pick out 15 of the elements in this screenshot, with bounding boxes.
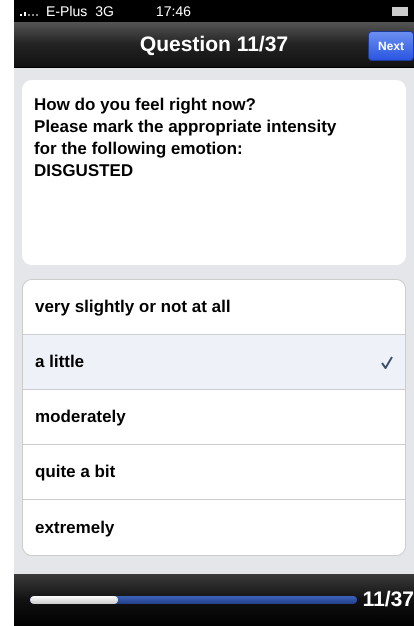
checkmark-icon	[381, 356, 393, 368]
carrier-name: E-Plus	[46, 2, 88, 20]
battery-icon	[392, 6, 408, 16]
clock-time: 17:46	[156, 2, 191, 20]
progress-count: 11/37	[362, 587, 414, 614]
question-text: How do you feel right now?	[34, 94, 257, 116]
option-row[interactable]: extremely	[23, 500, 405, 555]
option-row[interactable]: moderately	[23, 390, 405, 445]
emotion-label: DISGUSTED	[34, 160, 134, 182]
network-type: 3G	[95, 2, 114, 20]
next-button[interactable]: Next	[368, 31, 414, 61]
question-text: Please mark the appropriate intensity for the following emotion:	[34, 116, 338, 160]
screen-title: Question 11/37	[140, 32, 288, 58]
option-row[interactable]: quite a bit	[23, 445, 405, 500]
option-row[interactable]: a little	[23, 335, 405, 390]
